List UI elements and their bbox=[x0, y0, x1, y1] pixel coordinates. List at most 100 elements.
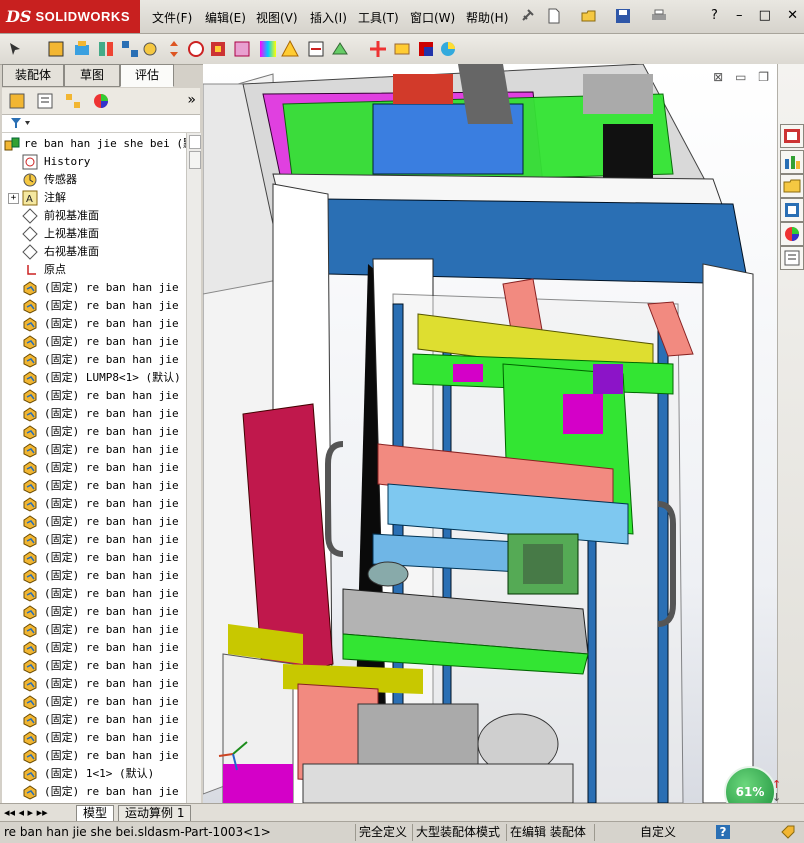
tree-item[interactable]: (固定) re ban han jie sh bbox=[2, 621, 186, 639]
tree-item[interactable]: 上视基准面 bbox=[2, 225, 186, 243]
menu-file[interactable]: 文件(F) bbox=[152, 9, 192, 26]
tree-item[interactable]: (固定) re ban han jie sh bbox=[2, 567, 186, 585]
menu-window[interactable]: 窗口(W) bbox=[410, 9, 455, 26]
pin-icon[interactable] bbox=[518, 7, 536, 25]
tree-item[interactable]: (固定) re ban han jie sh bbox=[2, 459, 186, 477]
interference-detection-icon[interactable] bbox=[368, 39, 388, 59]
new-document-icon[interactable] bbox=[545, 7, 563, 25]
tree-item[interactable]: (固定) re ban han jie sh bbox=[2, 441, 186, 459]
render-icon[interactable] bbox=[416, 39, 436, 59]
appearances-scenes-icon[interactable] bbox=[780, 222, 804, 246]
maximize-button[interactable]: □ bbox=[759, 8, 771, 23]
tree-item[interactable]: re ban han jie she bei (默 bbox=[2, 135, 186, 153]
tree-item[interactable]: (固定) re ban han jie sh bbox=[2, 405, 186, 423]
menu-help[interactable]: 帮助(H) bbox=[466, 9, 508, 26]
tree-item[interactable]: (固定) re ban han jie sh bbox=[2, 387, 186, 405]
arrow-up-icon[interactable]: ↑ bbox=[772, 778, 796, 791]
tree-item[interactable]: (固定) re ban han jie sh bbox=[2, 711, 186, 729]
filter-icon[interactable] bbox=[10, 117, 32, 129]
tree-item[interactable]: (固定) re ban han jie sh bbox=[2, 423, 186, 441]
tree-item[interactable]: 右视基准面 bbox=[2, 243, 186, 261]
viewport-restore-icon[interactable]: ❐ bbox=[758, 70, 769, 84]
tree-item[interactable]: + A 注解 bbox=[2, 189, 186, 207]
status-units-custom[interactable]: 自定义 bbox=[640, 825, 676, 840]
tree-item[interactable]: (固定) re ban han jie sh bbox=[2, 297, 186, 315]
tree-item[interactable]: (固定) re ban han jie sh bbox=[2, 549, 186, 567]
warning-icon[interactable] bbox=[280, 39, 300, 59]
select-tool-icon[interactable] bbox=[6, 39, 26, 59]
tree-item[interactable]: (固定) re ban han jie sh bbox=[2, 729, 186, 747]
expand-toggle[interactable]: + bbox=[8, 193, 19, 204]
section-view-icon[interactable] bbox=[392, 39, 412, 59]
move-component-icon[interactable] bbox=[164, 39, 184, 59]
tab-model[interactable]: 模型 bbox=[76, 805, 115, 822]
tree-item[interactable]: 原点 bbox=[2, 261, 186, 279]
exploded-view-icon[interactable] bbox=[306, 39, 326, 59]
tree-item[interactable]: (固定) re ban han jie sh bbox=[2, 351, 186, 369]
design-library-icon[interactable] bbox=[780, 150, 804, 174]
tree-item[interactable]: (固定) re ban han jie sh bbox=[2, 279, 186, 297]
mate-icon[interactable] bbox=[96, 39, 116, 59]
status-large-assembly-mode[interactable]: 大型装配体模式 bbox=[416, 825, 500, 840]
tree-item[interactable]: (固定) re ban han jie sh bbox=[2, 315, 186, 333]
view-palette-icon[interactable] bbox=[780, 198, 804, 222]
tree-item[interactable]: (固定) re ban han jie sh bbox=[2, 477, 186, 495]
scene-icon[interactable] bbox=[438, 39, 458, 59]
tree-item[interactable]: (固定) re ban han jie sh bbox=[2, 495, 186, 513]
graphics-area[interactable]: ⊠ ▭ ❐ bbox=[203, 64, 777, 803]
instant3d-icon[interactable] bbox=[330, 39, 350, 59]
save-icon[interactable] bbox=[614, 7, 632, 25]
edit-component-icon[interactable] bbox=[46, 39, 66, 59]
solidworks-logo[interactable]: DS SOLIDWORKS bbox=[0, 0, 140, 33]
tree-item[interactable]: (固定) re ban han jie sh bbox=[2, 603, 186, 621]
appearance-icon[interactable] bbox=[258, 39, 278, 59]
tree-item[interactable]: (固定) re ban han jie sh bbox=[2, 513, 186, 531]
minimize-button[interactable]: – bbox=[736, 8, 743, 23]
menu-edit[interactable]: 编辑(E) bbox=[205, 9, 246, 26]
menu-tools[interactable]: 工具(T) bbox=[358, 9, 399, 26]
tree-item[interactable]: (固定) 1<1> (默认) bbox=[2, 765, 186, 783]
display-manager-icon[interactable] bbox=[92, 92, 110, 110]
tree-item[interactable]: (固定) re ban han jie sh bbox=[2, 639, 186, 657]
insert-component-icon[interactable] bbox=[72, 39, 92, 59]
feature-manager-icon[interactable] bbox=[8, 92, 26, 110]
panel-more-arrow[interactable]: » bbox=[187, 92, 196, 108]
menu-view[interactable]: 视图(V) bbox=[256, 9, 298, 26]
tree-item[interactable]: (固定) re ban han jie sh bbox=[2, 747, 186, 765]
status-tag-icon[interactable] bbox=[780, 824, 796, 840]
tab-sketch[interactable]: 草图 bbox=[64, 64, 120, 87]
help-button[interactable]: ? bbox=[711, 8, 718, 23]
viewport-close-icon[interactable]: ⊠ bbox=[713, 70, 723, 84]
file-explorer-icon[interactable] bbox=[780, 174, 804, 198]
tree-item[interactable]: (固定) re ban han jie sh bbox=[2, 585, 186, 603]
configuration-manager-icon[interactable] bbox=[64, 92, 82, 110]
tree-item[interactable]: (固定) re ban han jie sh bbox=[2, 531, 186, 549]
assembly-features-icon[interactable] bbox=[208, 39, 228, 59]
viewport-minimize-icon[interactable]: ▭ bbox=[735, 70, 746, 84]
tree-item[interactable]: 传感器 bbox=[2, 171, 186, 189]
close-button[interactable]: ✕ bbox=[787, 8, 798, 23]
tree-item[interactable]: (固定) re ban han jie sh bbox=[2, 693, 186, 711]
tab-motion-study[interactable]: 运动算例 1 bbox=[118, 805, 192, 822]
tab-assembly[interactable]: 装配体 bbox=[2, 64, 64, 87]
custom-properties-icon[interactable] bbox=[780, 246, 804, 270]
pattern-icon[interactable] bbox=[120, 39, 140, 59]
tree-item[interactable]: (固定) LUMP8<1> (默认) bbox=[2, 369, 186, 387]
feature-tree-scrollbar[interactable] bbox=[186, 133, 201, 803]
tree-item[interactable]: (固定) re ban han jie sh bbox=[2, 333, 186, 351]
tree-item[interactable]: (固定) re ban han jie sh bbox=[2, 657, 186, 675]
tree-item[interactable]: History bbox=[2, 153, 186, 171]
tree-item[interactable]: 前视基准面 bbox=[2, 207, 186, 225]
property-manager-icon[interactable] bbox=[36, 92, 54, 110]
open-folder-icon[interactable] bbox=[580, 7, 598, 25]
tab-scroll-arrows[interactable]: ◂◂ ◂ ▸ ▸▸ bbox=[4, 806, 48, 819]
show-hidden-icon[interactable] bbox=[186, 39, 206, 59]
smart-fastener-icon[interactable] bbox=[140, 39, 160, 59]
reference-geometry-icon[interactable] bbox=[232, 39, 252, 59]
tab-evaluate[interactable]: 评估 bbox=[120, 64, 174, 87]
solidworks-resources-icon[interactable] bbox=[780, 124, 804, 148]
menu-insert[interactable]: 插入(I) bbox=[310, 9, 347, 26]
status-help-icon[interactable]: ? bbox=[716, 825, 730, 839]
tree-item[interactable]: (固定) re ban han jie sh bbox=[2, 675, 186, 693]
print-icon[interactable] bbox=[650, 7, 668, 25]
